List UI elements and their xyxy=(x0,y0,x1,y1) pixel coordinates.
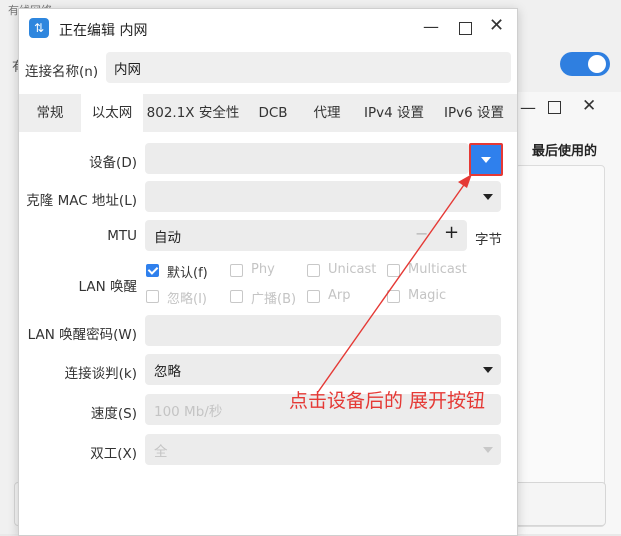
annotation-text: 点击设备后的 展开按钮 xyxy=(289,390,486,412)
annotation-arrow xyxy=(317,174,472,393)
